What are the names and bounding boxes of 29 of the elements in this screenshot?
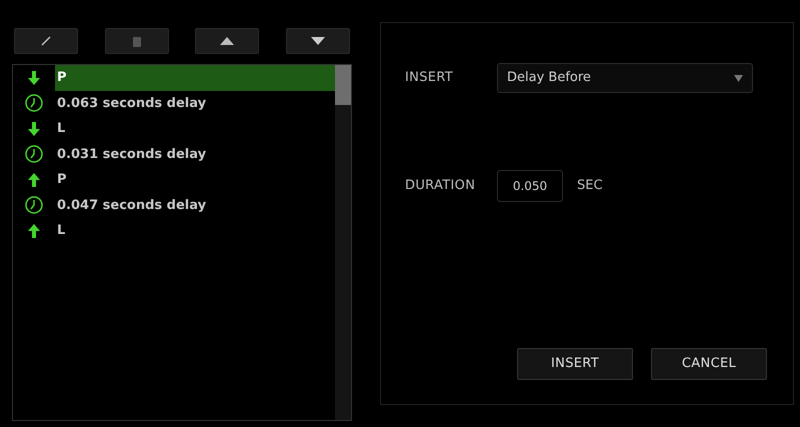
toolbar-button[interactable] (195, 28, 260, 54)
event-item[interactable]: L (55, 116, 335, 142)
down-triangle-icon (310, 37, 325, 45)
toolbar-button[interactable] (286, 28, 350, 54)
down-arrow-icon (28, 122, 40, 136)
clock-icon (25, 145, 43, 164)
pencil-icon (41, 36, 51, 46)
event-item[interactable]: P (55, 167, 335, 192)
field-label: DURATION (405, 177, 476, 196)
clock-icon (25, 94, 43, 112)
clock-icon (25, 196, 43, 214)
down-arrow-icon (28, 70, 40, 85)
up-arrow-icon (28, 172, 40, 187)
unit-label: SEC (577, 177, 603, 196)
duration-field[interactable]: 0.050 (497, 170, 563, 202)
scrollbar-thumb[interactable] (335, 65, 351, 105)
event-item[interactable]: 0.031 seconds delay (55, 142, 335, 167)
up-arrow-icon (28, 224, 40, 238)
scrollbar[interactable] (335, 65, 351, 420)
event-item[interactable]: L (55, 218, 335, 244)
event-item[interactable]: P (55, 65, 335, 90)
insert-dropdown[interactable]: Delay Before (497, 63, 753, 93)
event-item[interactable]: 0.047 seconds delay (55, 192, 335, 218)
dialog-button[interactable]: CANCEL (651, 348, 767, 380)
dropdown-caret-icon (734, 74, 743, 82)
dialog-button[interactable]: INSERT (517, 348, 633, 380)
field-label: INSERT (405, 69, 454, 88)
up-triangle-icon (220, 37, 234, 45)
event-item[interactable]: 0.063 seconds delay (55, 90, 335, 116)
